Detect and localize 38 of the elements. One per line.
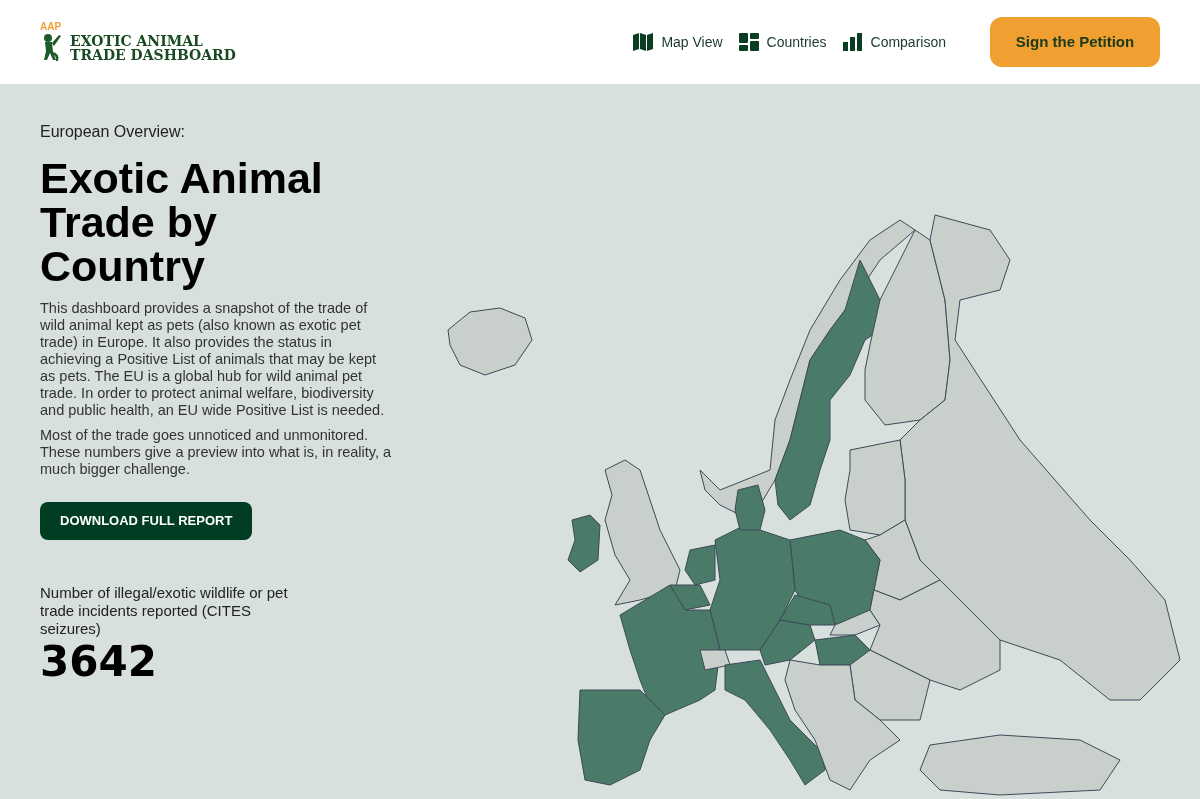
country-shape[interactable] xyxy=(567,514,601,573)
nav-link[interactable]: Map View xyxy=(633,31,723,53)
country-shape[interactable] xyxy=(734,484,766,531)
nav-link[interactable]: Comparison xyxy=(842,31,946,53)
country-shape[interactable] xyxy=(669,584,711,611)
logo-badge-text: AAP xyxy=(40,22,62,32)
country-shape[interactable] xyxy=(699,649,731,671)
country-shape[interactable] xyxy=(829,609,881,636)
country-shape[interactable] xyxy=(604,459,681,606)
country-shape[interactable] xyxy=(619,584,721,716)
bar-chart-icon xyxy=(842,33,863,51)
intro-paragraph: This dashboard provides a snapshot of the trade of wild animal kept as pets (also known as exotic pet trade) in Europe. It also provides the status in achieving a Positive List of animals that may be kept as pets. The EU is a global hub for wild animal pet trade. In order to protect animal welfare, biodiversity and public health, an EU wide Positive List is needed. xyxy=(40,300,386,419)
page-title: Exotic Animal Trade by Country xyxy=(40,156,324,288)
nav-link[interactable]: Countries xyxy=(738,31,827,53)
country-shape[interactable] xyxy=(864,519,941,601)
country-shape[interactable] xyxy=(869,579,1001,691)
country-shape[interactable] xyxy=(784,659,901,791)
stat-value: 3642 xyxy=(40,638,158,686)
country-shape[interactable] xyxy=(774,259,881,521)
stat-label: Number of illegal/exotic wildlife or pet trade incidents reported (CITES seizures) xyxy=(40,584,289,638)
eyebrow-text: European Overview: xyxy=(40,122,186,142)
intro-paragraph: Most of the trade goes unnoticed and unmonitored. These numbers give a preview into what is, in reality, a much bigger challenge. xyxy=(40,427,393,478)
country-shape[interactable] xyxy=(759,619,816,666)
country-shape[interactable] xyxy=(779,594,836,626)
country-shape[interactable] xyxy=(849,649,931,721)
sign-petition-button[interactable]: Sign the Petition xyxy=(990,17,1160,67)
country-shape[interactable] xyxy=(844,439,906,536)
country-shape[interactable] xyxy=(577,689,666,786)
map-icon xyxy=(633,33,654,51)
country-shape[interactable] xyxy=(919,734,1121,796)
country-shape[interactable] xyxy=(814,634,871,666)
country-shape[interactable] xyxy=(864,229,951,426)
country-shape[interactable] xyxy=(447,307,533,376)
logo-text: EXOTIC ANIMAL xyxy=(70,34,204,48)
grid-icon xyxy=(738,33,759,51)
download-report-button[interactable]: DOWNLOAD FULL REPORT xyxy=(40,502,253,540)
country-shape[interactable] xyxy=(684,544,716,586)
logo-text: TRADE DASHBOARD xyxy=(70,48,236,62)
